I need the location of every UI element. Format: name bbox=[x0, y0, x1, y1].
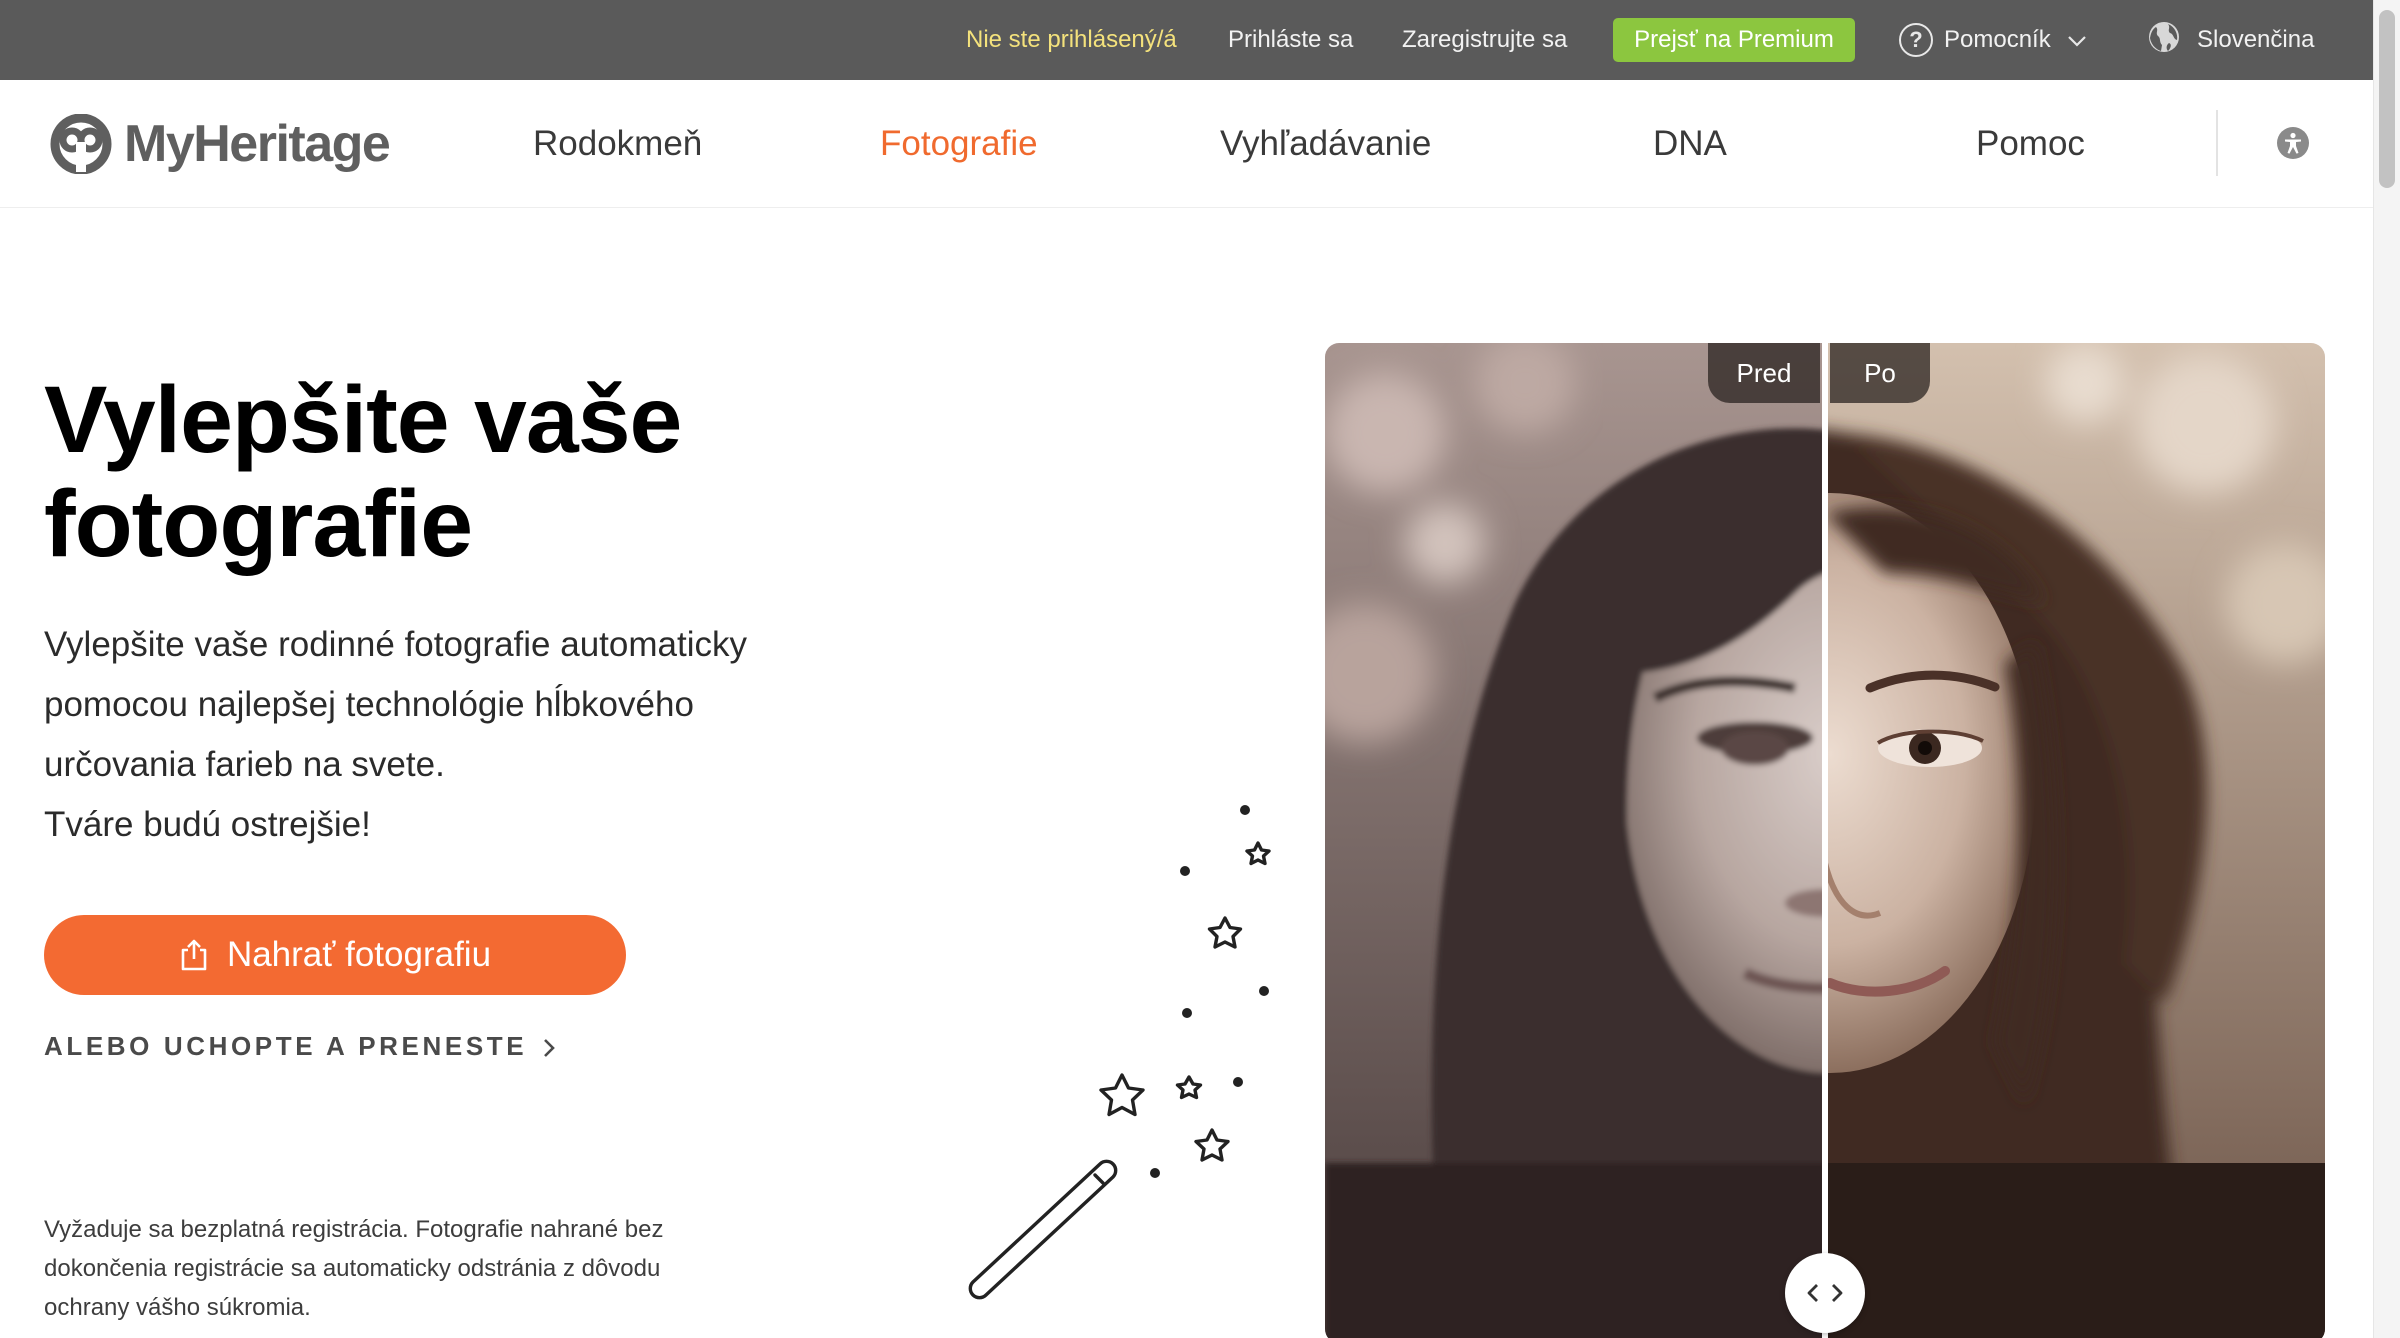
disclaimer-line-3: ochrany vášho súkromia. bbox=[44, 1294, 311, 1321]
comparison-divider[interactable] bbox=[1822, 343, 1828, 1338]
not-logged-in-status: Nie ste prihlásený/á bbox=[966, 26, 1177, 53]
disclaimer-line-2: dokončenia registrácie sa automaticky od… bbox=[44, 1255, 661, 1282]
description-line-4: Tváre budú ostrejšie! bbox=[44, 805, 371, 844]
page-title: Vylepšite vaše fotografie bbox=[44, 368, 944, 576]
help-dropdown[interactable]: ? Pomocník bbox=[1899, 0, 2087, 80]
title-line-2: fotografie bbox=[44, 471, 473, 577]
nav-divider bbox=[2216, 110, 2218, 176]
nav-item-photos[interactable]: Fotografie bbox=[880, 80, 1038, 208]
language-label: Slovenčina bbox=[2197, 26, 2315, 53]
page-scrollbar[interactable] bbox=[2373, 0, 2400, 1338]
globe-icon bbox=[2147, 20, 2181, 61]
drag-link-label: ALEBO UCHOPTE A PRENESTE bbox=[44, 1031, 528, 1061]
upload-button-label: Nahrať fotografiu bbox=[226, 935, 492, 974]
before-after-comparison[interactable]: Pred Po bbox=[1325, 343, 2325, 1338]
nav-item-dna[interactable]: DNA bbox=[1653, 80, 1727, 208]
upload-photo-button[interactable]: Nahrať fotografiu bbox=[44, 915, 626, 995]
description-line-3: určovania farieb na svete. bbox=[44, 745, 445, 784]
question-icon: ? bbox=[1899, 23, 1933, 57]
chevron-down-icon bbox=[2067, 26, 2087, 54]
nav-item-help[interactable]: Pomoc bbox=[1976, 80, 2085, 208]
top-bar: Nie ste prihlásený/á Prihláste sa Zaregi… bbox=[0, 0, 2373, 80]
help-label: Pomocník bbox=[1944, 26, 2051, 53]
main-nav: MyHeritage Rodokmeň Fotografie Vyhľadáva… bbox=[0, 80, 2373, 208]
register-link[interactable]: Zaregistrujte sa bbox=[1402, 0, 1567, 80]
language-selector[interactable]: Slovenčina bbox=[2147, 0, 2314, 80]
accessibility-icon[interactable] bbox=[2276, 126, 2310, 160]
premium-button[interactable]: Prejsť na Premium bbox=[1613, 18, 1855, 62]
chevron-right-icon bbox=[543, 1034, 556, 1065]
login-link[interactable]: Prihláste sa bbox=[1228, 0, 1353, 80]
brand-name: MyHeritage bbox=[124, 115, 391, 173]
description-line-1: Vylepšite vaše rodinné fotografie automa… bbox=[44, 625, 747, 664]
disclaimer-line-1: Vyžaduje sa bezplatná registrácia. Fotog… bbox=[44, 1216, 664, 1243]
comparison-slider-handle[interactable] bbox=[1785, 1253, 1865, 1333]
nav-item-family-tree[interactable]: Rodokmeň bbox=[533, 80, 702, 208]
before-label: Pred bbox=[1708, 343, 1820, 403]
drag-arrows-icon bbox=[1807, 1284, 1843, 1302]
magic-wand-illustration bbox=[968, 805, 1271, 1300]
myheritage-logo[interactable]: MyHeritage bbox=[44, 110, 391, 178]
scrollbar-thumb[interactable] bbox=[2379, 10, 2395, 188]
description-line-2: pomocou najlepšej technológie hĺbkového bbox=[44, 685, 694, 724]
upload-icon bbox=[179, 938, 209, 972]
privacy-disclaimer: Vyžaduje sa bezplatná registrácia. Fotog… bbox=[44, 1210, 784, 1327]
nav-item-search[interactable]: Vyhľadávanie bbox=[1220, 80, 1431, 208]
hero-description: Vylepšite vaše rodinné fotografie automa… bbox=[44, 615, 904, 855]
title-line-1: Vylepšite vaše bbox=[44, 367, 682, 473]
page: Nie ste prihlásený/á Prihláste sa Zaregi… bbox=[0, 0, 2400, 1338]
logo-mark-icon bbox=[50, 114, 112, 174]
after-label: Po bbox=[1830, 343, 1930, 403]
drag-and-drop-link[interactable]: ALEBO UCHOPTE A PRENESTE bbox=[44, 1028, 556, 1065]
